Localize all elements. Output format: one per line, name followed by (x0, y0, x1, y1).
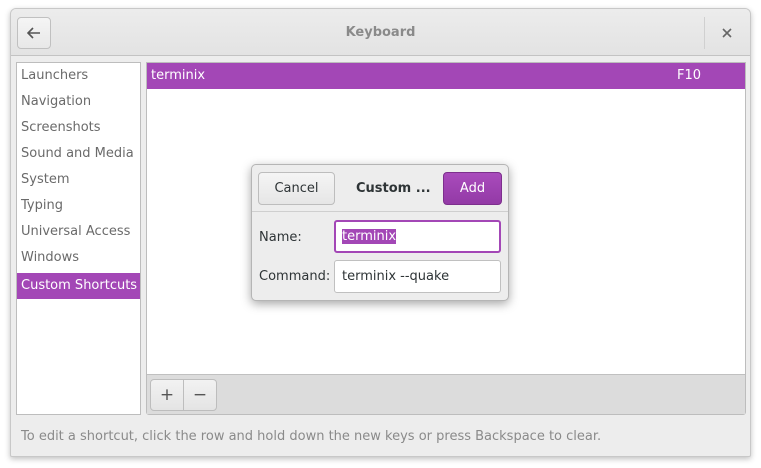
sidebar-item-system[interactable]: System (17, 167, 140, 193)
dialog-title: Custom ... (356, 181, 431, 196)
help-hint: To edit a shortcut, click the row and ho… (21, 429, 602, 444)
sidebar-item-windows[interactable]: Windows (17, 245, 140, 271)
add-button[interactable]: Add (443, 172, 502, 205)
window-title: Keyboard (345, 25, 416, 40)
sidebar-item-custom-shortcuts[interactable]: Custom Shortcuts (17, 273, 140, 299)
sidebar-item-launchers[interactable]: Launchers (17, 63, 140, 89)
header-bar: Keyboard (11, 9, 750, 56)
minus-icon: − (192, 385, 208, 405)
name-field-value: terminix (342, 229, 397, 244)
sidebar-item-screenshots[interactable]: Screenshots (17, 115, 140, 141)
plus-icon: + (159, 385, 175, 405)
close-icon (722, 28, 732, 38)
name-field[interactable]: terminix (334, 220, 501, 253)
shortcut-name: terminix (151, 68, 206, 83)
list-toolbar: + − (147, 374, 745, 414)
sidebar-item-typing[interactable]: Typing (17, 193, 140, 219)
close-button[interactable] (711, 17, 743, 49)
back-button[interactable] (17, 17, 51, 49)
shortcut-key: F10 (677, 68, 702, 83)
category-sidebar: Launchers Navigation Screenshots Sound a… (16, 62, 141, 415)
header-separator (704, 17, 705, 49)
command-field[interactable]: terminix --quake (334, 260, 501, 293)
remove-shortcut-button[interactable]: − (183, 379, 217, 411)
sidebar-item-navigation[interactable]: Navigation (17, 89, 140, 115)
shortcut-row[interactable]: terminix F10 (147, 63, 745, 89)
command-label: Command: (259, 269, 331, 284)
cancel-button[interactable]: Cancel (258, 172, 335, 205)
back-arrow-icon (27, 27, 40, 39)
sidebar-item-universal-access[interactable]: Universal Access (17, 219, 140, 245)
custom-shortcut-dialog: Cancel Custom ... Add Name: terminix Com… (251, 164, 509, 301)
sidebar-item-sound-and-media[interactable]: Sound and Media (17, 141, 140, 167)
dialog-header: Cancel Custom ... Add (252, 165, 508, 212)
name-label: Name: (259, 230, 302, 245)
add-shortcut-button[interactable]: + (150, 379, 184, 411)
